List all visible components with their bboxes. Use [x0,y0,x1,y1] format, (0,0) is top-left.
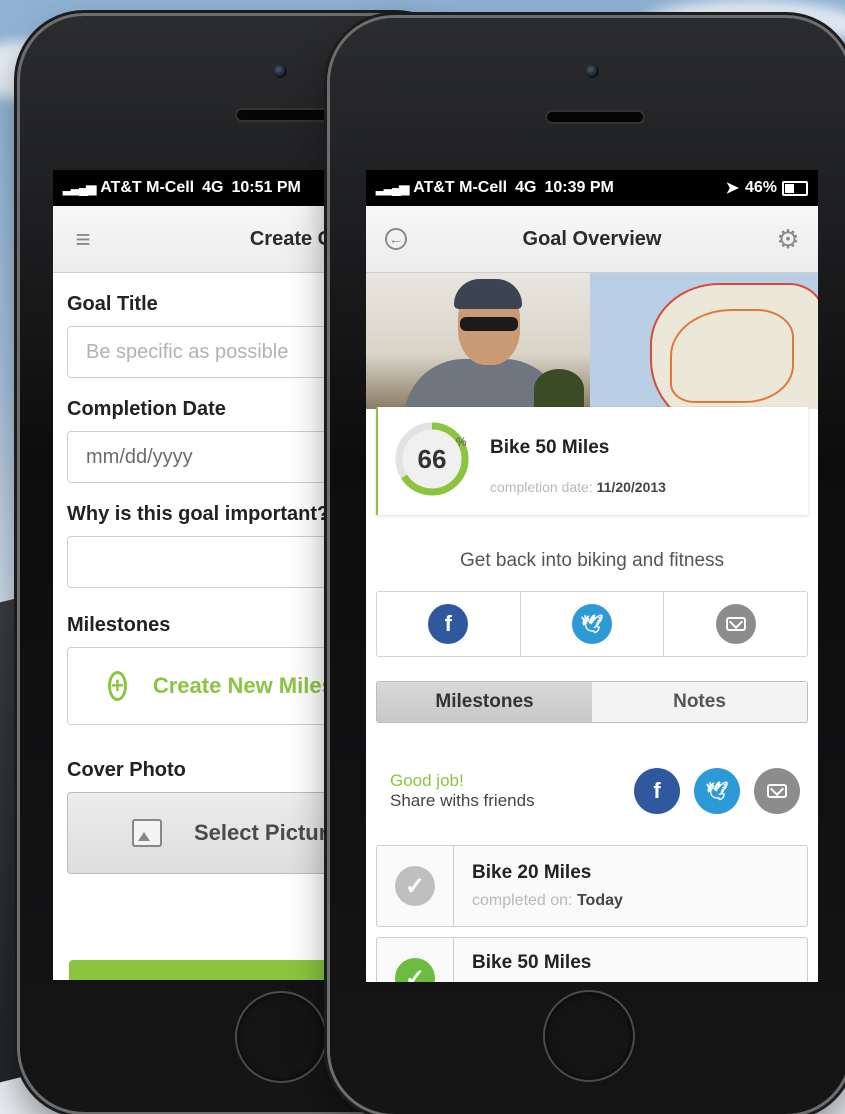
save-goal-button[interactable] [69,960,369,980]
speaker [235,108,335,122]
tab-bar: Milestones Notes [376,681,808,723]
list-item[interactable]: ✓ Bike 50 Miles [376,937,808,982]
milestone-list: ✓ Bike 20 Miles completed on: Today ✓ Bi… [376,845,808,982]
twitter-icon[interactable]: 🕊 [694,768,740,814]
share-with-friends-box: Good job! Share withs friends f 🕊 [376,749,808,833]
status-bar: ▂▃▄▅ AT&T M-Cell 4G 10:51 PM [53,170,369,206]
time-label: 10:39 PM [544,179,614,196]
list-item[interactable]: ✓ Bike 20 Miles completed on: Today [376,845,808,927]
twitter-icon: 🕊 [572,604,612,644]
good-job-label: Good job! [390,771,464,790]
completed-on-label: completed on: [472,892,573,909]
battery-label: 46% [744,179,777,196]
completion-date-placeholder: mm/dd/yyyy [86,445,193,468]
route-map [590,273,818,409]
facebook-share-button[interactable]: f [377,592,521,656]
facebook-icon: f [428,604,469,644]
share-friends-label: Share withs friends [390,791,535,810]
select-picture-button[interactable]: Select Picture [67,792,355,874]
goal-overview-screen: ▂▃▄▅ AT&T M-Cell 4G 10:39 PM ➤ 46% ← Goa… [366,170,818,982]
milestone-name: Bike 50 Miles [472,952,592,973]
network-label: 4G [515,179,537,196]
goal-title-placeholder: Be specific as possible [86,340,289,363]
completion-date-input[interactable]: mm/dd/yyyy [67,431,355,483]
tab-notes[interactable]: Notes [592,682,807,722]
cover-images [366,273,818,409]
why-important-label: Why is this goal important? [67,503,330,525]
twitter-share-button[interactable]: 🕊 [521,592,665,656]
battery-icon [782,180,808,196]
create-milestone-button[interactable]: + Create New Milestone [67,647,369,725]
carrier-label: AT&T M-Cell [100,179,195,196]
camera-icon [273,64,287,78]
signal-icon: ▂▃▄▅ [63,180,96,195]
goal-title-label: Goal Title [67,293,158,315]
cover-photo [366,273,590,409]
network-label: 4G [202,179,224,196]
email-share-button[interactable] [664,592,807,656]
share-buttons: f 🕊 [376,591,808,657]
navigation-bar: ← Goal Overview ⚙ [366,206,818,273]
email-icon[interactable] [754,768,800,814]
completion-date-label: Completion Date [67,398,226,420]
page-title: Create Goal [249,227,363,250]
tab-milestones[interactable]: Milestones [377,682,592,722]
completion-date: completion date: 11/20/2013 [490,479,666,495]
home-button[interactable] [543,990,635,1082]
completed-on-value: Today [576,892,623,909]
status-bar: ▂▃▄▅ AT&T M-Cell 4G 10:39 PM ➤ 46% [366,170,818,206]
home-button[interactable] [235,991,327,1083]
phone-right: ▂▃▄▅ AT&T M-Cell 4G 10:39 PM ➤ 46% ← Goa… [330,18,845,1114]
goal-summary-card: 66 % Bike 50 Miles completion date: 11/2… [376,407,808,515]
progress-percent: 66 [417,443,447,474]
image-icon [132,819,162,847]
speaker [545,110,645,124]
goal-title: Bike 50 Miles [490,437,610,458]
email-icon [715,604,756,644]
cover-photo-label: Cover Photo [67,759,186,781]
navigation-bar: ≡ Create Goal [53,206,369,273]
milestone-date: completed on: Today [472,892,623,910]
completion-date-label: completion date: [490,479,593,495]
milestones-label: Milestones [67,614,171,636]
why-important-input[interactable] [67,536,355,588]
facebook-icon[interactable]: f [634,768,680,814]
plus-icon: + [108,671,127,701]
completion-date-value: 11/20/2013 [596,479,666,495]
create-goal-screen: ▂▃▄▅ AT&T M-Cell 4G 10:51 PM ≡ Create Go… [53,170,369,980]
gear-icon[interactable]: ⚙ [758,206,818,272]
goal-title-input[interactable]: Be specific as possible [67,326,355,378]
percent-sign: % [456,435,467,449]
signal-icon: ▂▃▄▅ [376,180,409,195]
camera-icon [585,64,599,78]
location-arrow-icon: ➤ [725,180,739,197]
page-title: Goal Overview [522,227,662,250]
time-label: 10:51 PM [231,179,301,196]
check-icon[interactable]: ✓ [395,866,435,906]
goal-description: Get back into biking and fitness [459,550,725,571]
carrier-label: AT&T M-Cell [413,179,508,196]
check-icon[interactable]: ✓ [395,958,435,982]
select-picture-label: Select Picture [194,820,340,845]
goal-form: Goal Title Be specific as possible Compl… [53,293,369,874]
milestone-name: Bike 20 Miles [472,862,592,883]
